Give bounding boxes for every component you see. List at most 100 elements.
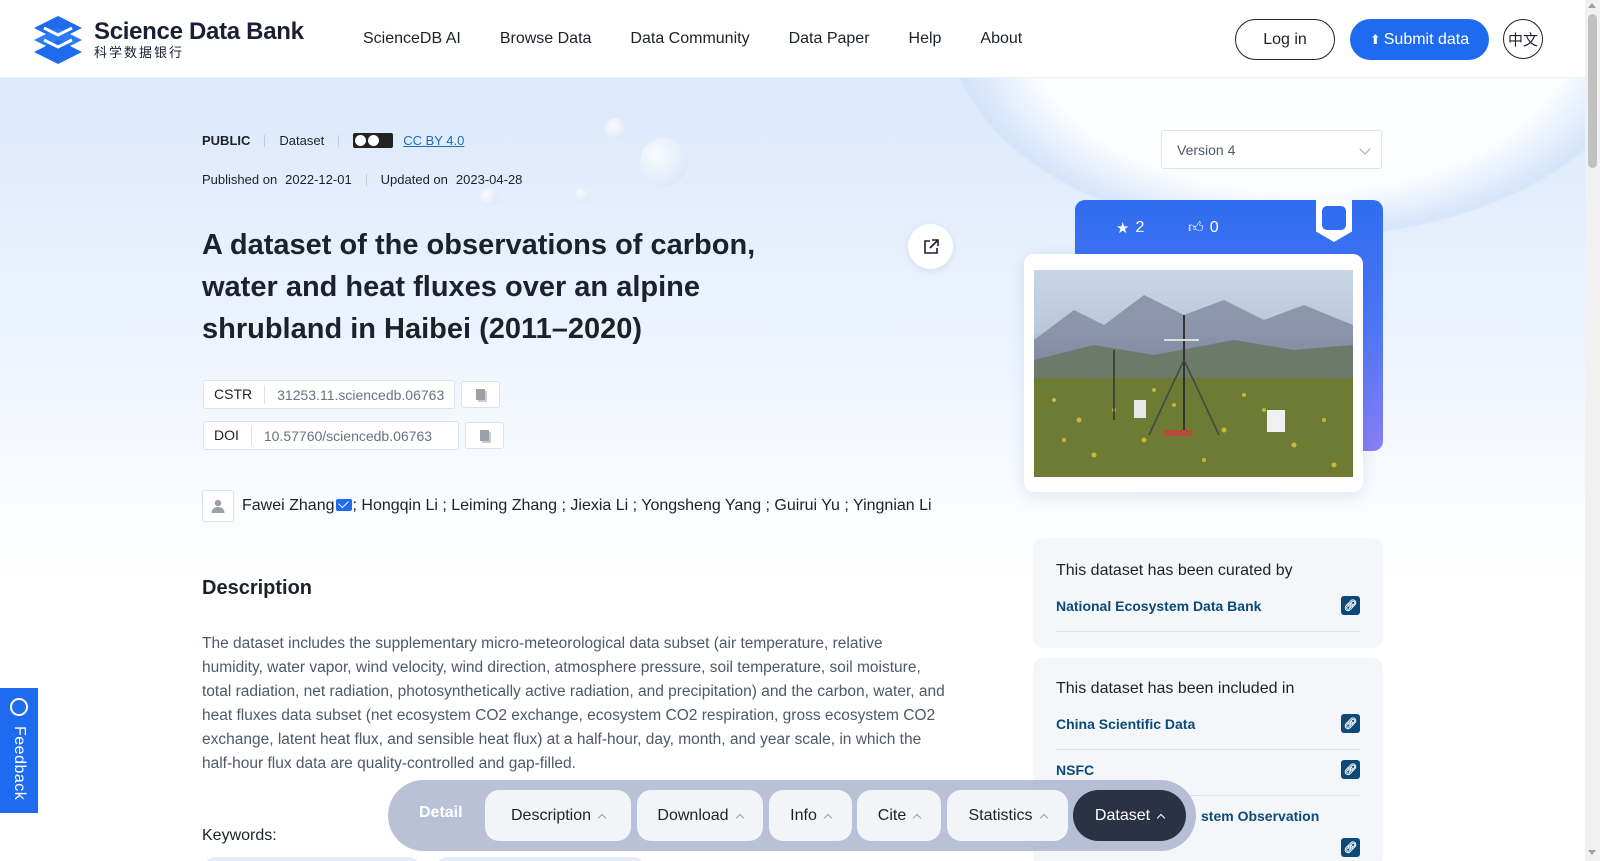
doi-value[interactable]: 10.57760/sciencedb.06763	[252, 428, 432, 444]
cc-license-icon	[353, 133, 394, 148]
copy-doi-button[interactable]	[465, 422, 504, 449]
keywords-label: Keywords:	[202, 827, 277, 844]
tab-label: Statistics	[968, 806, 1033, 824]
star-icon: ★	[1116, 220, 1130, 237]
logo-subtitle: 科学数据银行	[94, 45, 185, 60]
tab-description[interactable]: Description	[485, 790, 631, 841]
published-date: 2022-12-01	[285, 172, 352, 187]
chevron-up-icon	[1156, 813, 1166, 822]
nav-browse-data[interactable]: Browse Data	[500, 30, 592, 48]
copy-icon	[476, 389, 485, 400]
likes-stat[interactable]: 👍︎ 0	[1188, 219, 1219, 237]
doi-label: DOI	[204, 426, 252, 445]
user-icon	[211, 499, 225, 513]
updated-date: 2023-04-28	[455, 172, 523, 187]
feedback-label: Feedback	[11, 726, 28, 801]
type-label: Dataset	[279, 133, 325, 148]
curated-panel: This dataset has been curated by Nationa…	[1033, 538, 1383, 648]
tab-label: Info	[790, 806, 817, 824]
share-button[interactable]	[908, 224, 953, 269]
tab-label: Cite	[877, 806, 907, 824]
tab-detail[interactable]: Detail	[419, 804, 463, 822]
tab-cite[interactable]: Cite	[857, 790, 941, 841]
molecule-decoration	[640, 138, 688, 186]
likes-count: 0	[1209, 219, 1219, 236]
description-heading: Description	[202, 577, 313, 599]
nav-data-community[interactable]: Data Community	[630, 30, 749, 48]
molecule-decoration	[575, 188, 589, 202]
scroll-up-icon[interactable]	[1588, 3, 1596, 8]
keyword-tag[interactable]	[438, 857, 643, 861]
visibility-label: PUBLIC	[202, 133, 251, 148]
version-select[interactable]: Version 4	[1161, 130, 1382, 169]
author-name[interactable]: Fawei Zhang	[242, 497, 335, 514]
co-authors: ; Hongqin Li ; Leiming Zhang ; Jiexia Li…	[352, 497, 932, 514]
site-logo[interactable]: Science Data Bank 科学数据银行	[30, 12, 304, 68]
tab-download[interactable]: Download	[637, 790, 763, 841]
scroll-down-icon[interactable]	[1588, 850, 1596, 855]
dataset-meta: PUBLIC Dataset CC BY 4.0	[202, 133, 464, 148]
link-icon[interactable]: 🔗︎	[1341, 596, 1360, 615]
nav-data-paper[interactable]: Data Paper	[789, 30, 870, 48]
external-link-icon	[923, 238, 939, 254]
molecule-decoration	[605, 118, 627, 140]
stars-stat[interactable]: ★ 2	[1116, 219, 1144, 237]
updated-label: Updated on	[380, 172, 448, 187]
logo-icon	[34, 16, 82, 64]
main-nav: ScienceDB AI Browse Data Data Community …	[363, 0, 1061, 78]
included-link-label: NSFC	[1056, 762, 1095, 778]
included-link-label: China Scientific Data	[1056, 716, 1196, 732]
email-icon[interactable]	[335, 499, 352, 511]
upload-icon: ⬆	[1369, 31, 1381, 47]
tab-statistics[interactable]: Statistics	[947, 790, 1068, 841]
curated-link-national-ecosystem[interactable]: National Ecosystem Data Bank 🔗︎	[1056, 596, 1360, 632]
link-icon[interactable]: 🔗︎	[1341, 838, 1360, 857]
tab-info[interactable]: Info	[769, 790, 852, 841]
included-link-china-scientific-data[interactable]: China Scientific Data 🔗︎	[1056, 714, 1360, 750]
chevron-up-icon	[597, 813, 607, 822]
tab-label: Description	[510, 806, 592, 824]
submit-data-button[interactable]: ⬆ Submit data	[1350, 19, 1489, 60]
nav-help[interactable]: Help	[909, 30, 942, 48]
divider	[365, 173, 367, 186]
link-icon[interactable]: 🔗︎	[1341, 714, 1360, 733]
curated-link-label: National Ecosystem Data Bank	[1056, 598, 1262, 614]
landscape-image	[1034, 295, 1353, 477]
dataset-title: A dataset of the observations of carbon,…	[202, 229, 756, 345]
chevron-up-icon	[1039, 813, 1048, 822]
feedback-button[interactable]: Feedback	[0, 688, 38, 813]
copy-cstr-button[interactable]	[461, 381, 500, 408]
feedback-icon	[10, 698, 28, 716]
authors-icon	[202, 490, 234, 522]
thumbs-up-icon: 👍︎	[1188, 219, 1204, 236]
scroll-thumb[interactable]	[1588, 14, 1597, 168]
dataset-dates: Published on 2022-12-01 Updated on 2023-…	[202, 172, 522, 187]
section-tab-bar: Detail Description Download Info Cite St…	[388, 780, 1196, 851]
published-label: Published on	[202, 172, 278, 187]
cstr-label: CSTR	[204, 385, 266, 404]
language-toggle-button[interactable]: 中文	[1503, 19, 1543, 59]
chevron-up-icon	[823, 813, 833, 822]
nav-sciencedb-ai[interactable]: ScienceDB AI	[363, 30, 461, 48]
login-button[interactable]: Log in	[1235, 19, 1335, 60]
nav-about[interactable]: About	[980, 30, 1022, 48]
cstr-value[interactable]: 31253.11.sciencedb.06763	[265, 387, 444, 403]
link-icon[interactable]: 🔗︎	[1341, 760, 1360, 779]
version-value: Version 4	[1177, 141, 1236, 158]
license-link[interactable]: CC BY 4.0	[403, 133, 464, 148]
submit-data-label: Submit data	[1383, 30, 1470, 48]
divider	[264, 134, 266, 147]
divider	[338, 134, 340, 147]
tab-label: Download	[657, 806, 729, 824]
stars-count: 2	[1135, 219, 1145, 236]
keyword-tag[interactable]	[206, 857, 418, 861]
tab-dataset[interactable]: Dataset	[1073, 790, 1186, 841]
dataset-photo[interactable]	[1034, 270, 1353, 477]
copy-icon	[480, 430, 489, 441]
cstr-identifier: CSTR 31253.11.sciencedb.06763	[203, 380, 455, 409]
tab-label: Dataset	[1094, 806, 1151, 824]
page-scrollbar[interactable]	[1585, 0, 1600, 861]
chevron-up-icon	[912, 813, 922, 822]
site-header: Science Data Bank 科学数据银行 ScienceDB AI Br…	[0, 0, 1585, 78]
curated-heading: This dataset has been curated by	[1056, 562, 1293, 579]
